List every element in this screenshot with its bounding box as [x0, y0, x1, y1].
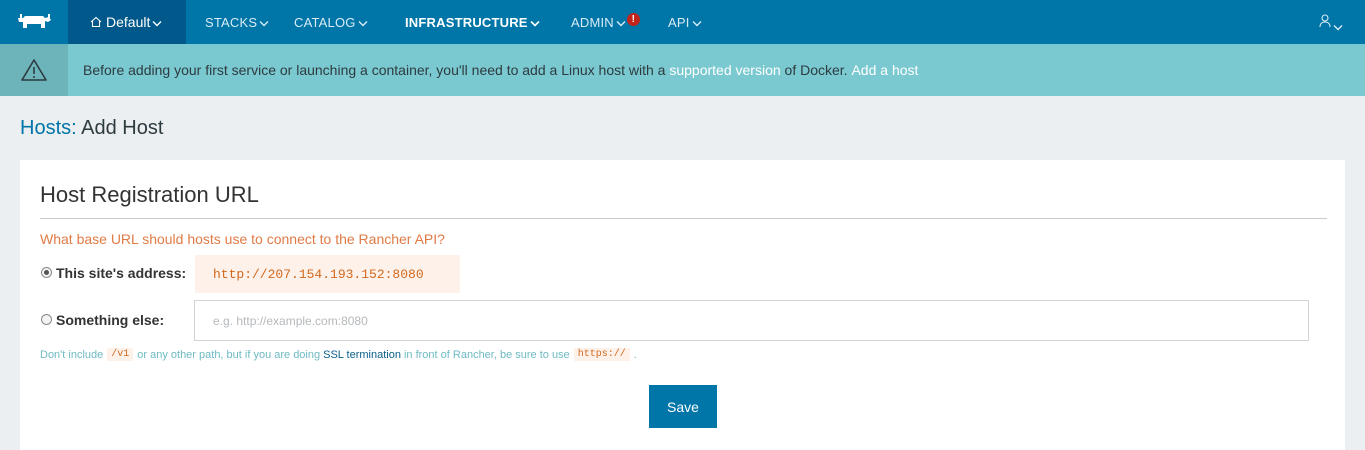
hint-code-v1: /v1	[107, 348, 134, 361]
nav-admin-label: ADMIN	[571, 14, 614, 30]
chevron-down-icon	[259, 15, 269, 30]
ssl-termination-link[interactable]: SSL termination	[323, 349, 401, 361]
chevron-down-icon	[152, 14, 162, 30]
nav-stacks-label: STACKS	[205, 14, 258, 30]
url-hint: Don't include /v1 or any other path, but…	[40, 348, 637, 361]
save-button[interactable]: Save	[649, 385, 717, 428]
nav-api[interactable]: API	[668, 0, 702, 44]
warning-banner: Before adding your first service or laun…	[0, 44, 1365, 96]
hint-code-https: https://	[573, 348, 630, 361]
hint-text-end: .	[633, 348, 637, 361]
user-icon[interactable]	[1319, 14, 1331, 33]
page-title-text: Add Host	[81, 117, 164, 139]
url-question: What base URL should hosts use to connec…	[40, 231, 445, 247]
chevron-down-icon	[358, 15, 368, 30]
rancher-logo-icon	[18, 14, 51, 28]
panel-title: Host Registration URL	[40, 182, 259, 207]
host-registration-panel: Host Registration URL What base URL shou…	[20, 160, 1345, 450]
banner-text-before: Before adding your first service or laun…	[83, 62, 670, 78]
radio-site-address-label[interactable]: This site's address:	[56, 265, 186, 281]
banner-text-middle: of Docker.	[780, 62, 852, 78]
hint-text-1: Don't include	[40, 348, 104, 361]
nav-api-label: API	[668, 14, 690, 30]
nav-stacks[interactable]: STACKS	[205, 0, 269, 44]
page-title: Hosts: Add Host	[20, 117, 163, 140]
nav-catalog[interactable]: CATALOG	[294, 0, 368, 44]
banner-icon-box	[0, 44, 68, 96]
chevron-down-icon	[692, 15, 702, 30]
home-icon	[90, 16, 102, 28]
radio-something-else-label[interactable]: Something else:	[56, 312, 164, 328]
chevron-down-icon	[616, 15, 626, 30]
radio-something-else[interactable]	[41, 314, 52, 325]
banner-message: Before adding your first service or laun…	[83, 44, 918, 96]
chevron-down-icon	[530, 15, 540, 30]
breadcrumb-hosts[interactable]: Hosts:	[20, 117, 77, 139]
radio-site-address[interactable]	[41, 267, 52, 278]
nav-infrastructure-label: INFRASTRUCTURE	[405, 14, 528, 30]
alert-badge: !	[626, 12, 640, 26]
custom-url-input[interactable]	[194, 300, 1309, 341]
top-nav: Default STACKS CATALOG INFRASTRUCTURE AD…	[0, 0, 1365, 44]
hint-text-3: in front of Rancher, be sure to use	[403, 348, 570, 361]
site-address-value: http://207.154.193.152:8080	[195, 255, 460, 293]
supported-version-link[interactable]: supported version	[669, 62, 780, 78]
warning-icon	[21, 59, 47, 81]
rancher-logo[interactable]	[0, 0, 68, 44]
environment-label: Default	[106, 14, 151, 30]
add-host-link[interactable]: Add a host	[851, 62, 918, 78]
nav-infrastructure[interactable]: INFRASTRUCTURE	[405, 0, 540, 44]
chevron-down-icon[interactable]	[1333, 18, 1343, 36]
nav-admin[interactable]: ADMIN !	[571, 0, 640, 44]
hint-text-2: or any other path, but if you are doing	[137, 348, 321, 361]
nav-catalog-label: CATALOG	[294, 14, 356, 30]
divider	[40, 218, 1327, 219]
environment-selector[interactable]: Default	[68, 0, 186, 44]
